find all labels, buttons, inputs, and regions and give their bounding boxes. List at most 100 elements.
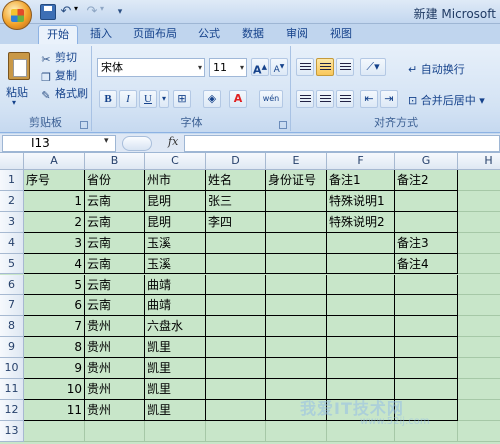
row-header-2[interactable]: 2: [0, 190, 24, 212]
cell-C9[interactable]: 凯里: [145, 337, 206, 359]
cell-C6[interactable]: 曲靖: [145, 274, 206, 296]
cell-E5[interactable]: [266, 253, 327, 275]
cell-E9[interactable]: [266, 337, 327, 359]
tab-data[interactable]: 数据: [236, 25, 270, 44]
cell-D10[interactable]: [206, 358, 266, 379]
decrease-indent-icon[interactable]: ⇤: [360, 90, 378, 108]
cell-G1[interactable]: 备注2: [395, 170, 458, 191]
cell-B13[interactable]: [85, 420, 145, 442]
cell-E1[interactable]: 身份证号: [266, 170, 327, 191]
column-header-f[interactable]: F: [327, 153, 395, 170]
cell-H5[interactable]: [458, 254, 500, 275]
cell-D1[interactable]: 姓名: [206, 170, 266, 191]
row-header-11[interactable]: 11: [0, 379, 24, 400]
column-header-e[interactable]: E: [266, 153, 327, 170]
cell-B10[interactable]: 贵州: [85, 358, 145, 379]
cell-B6[interactable]: 云南: [85, 274, 145, 296]
insert-function-icon[interactable]: fx: [168, 135, 178, 148]
cell-B8[interactable]: 贵州: [85, 316, 145, 338]
cell-H6[interactable]: [458, 275, 500, 296]
cell-F10[interactable]: [327, 358, 395, 379]
cell-H1[interactable]: [458, 170, 500, 191]
cell-C5[interactable]: 玉溪: [145, 253, 206, 275]
cell-A5[interactable]: 4: [24, 253, 85, 275]
wrap-text-button[interactable]: ↵ 自动换行: [408, 61, 465, 77]
cell-H3[interactable]: [458, 212, 500, 233]
cell-B11[interactable]: 贵州: [85, 379, 145, 400]
cell-G2[interactable]: [395, 190, 458, 212]
cell-F8[interactable]: [327, 316, 395, 338]
cell-E7[interactable]: [266, 295, 327, 317]
cell-G3[interactable]: [395, 211, 458, 233]
cell-G8[interactable]: [395, 316, 458, 338]
cell-D8[interactable]: [206, 316, 266, 338]
cell-C2[interactable]: 昆明: [145, 190, 206, 212]
clipboard-launcher-icon[interactable]: [80, 121, 88, 129]
cell-G7[interactable]: [395, 295, 458, 317]
cell-B9[interactable]: 贵州: [85, 337, 145, 359]
column-header-h[interactable]: H: [458, 153, 500, 170]
cell-F1[interactable]: 备注1: [327, 170, 395, 191]
tab-page-layout[interactable]: 页面布局: [126, 25, 184, 44]
align-right-button[interactable]: [336, 90, 354, 108]
cell-E4[interactable]: [266, 232, 327, 254]
align-top-button[interactable]: [296, 58, 314, 76]
grow-font-button[interactable]: A▲: [251, 58, 269, 77]
name-box-dropdown-icon[interactable]: ▾: [104, 136, 109, 146]
paste-dropdown-icon[interactable]: ▾: [12, 98, 16, 107]
row-header-1[interactable]: 1: [0, 170, 24, 191]
cell-B5[interactable]: 云南: [85, 253, 145, 275]
font-launcher-icon[interactable]: [279, 121, 287, 129]
cell-H10[interactable]: [458, 358, 500, 379]
cell-B7[interactable]: 云南: [85, 295, 145, 317]
cell-A12[interactable]: 11: [24, 399, 85, 421]
undo-dropdown-icon[interactable]: ▾: [74, 4, 82, 20]
fill-color-icon[interactable]: ◈: [203, 90, 221, 108]
align-center-button[interactable]: [316, 90, 334, 108]
column-header-g[interactable]: G: [395, 153, 458, 170]
font-color-icon[interactable]: A: [229, 90, 247, 108]
orientation-icon[interactable]: ⟋▾: [360, 58, 386, 76]
column-header-a[interactable]: A: [24, 153, 85, 170]
cell-H2[interactable]: [458, 191, 500, 212]
column-header-c[interactable]: C: [145, 153, 206, 170]
undo-icon[interactable]: ↶: [58, 4, 74, 20]
cell-C11[interactable]: 凯里: [145, 379, 206, 400]
tab-review[interactable]: 审阅: [280, 25, 314, 44]
column-header-d[interactable]: D: [206, 153, 266, 170]
cell-D2[interactable]: 张三: [206, 190, 266, 212]
cell-A8[interactable]: 7: [24, 316, 85, 338]
borders-icon[interactable]: ⊞: [173, 90, 191, 108]
cell-G6[interactable]: [395, 274, 458, 296]
cell-E13[interactable]: [266, 420, 327, 442]
row-header-4[interactable]: 4: [0, 232, 24, 254]
align-bottom-button[interactable]: [336, 58, 354, 76]
cell-D4[interactable]: [206, 232, 266, 254]
cell-E3[interactable]: [266, 211, 327, 233]
cell-E8[interactable]: [266, 316, 327, 338]
align-left-button[interactable]: [296, 90, 314, 108]
cell-A3[interactable]: 2: [24, 211, 85, 233]
italic-button[interactable]: I: [119, 90, 137, 108]
shrink-font-button[interactable]: A▼: [270, 58, 288, 76]
cell-H9[interactable]: [458, 337, 500, 359]
cell-H11[interactable]: [458, 379, 500, 400]
tab-view[interactable]: 视图: [324, 25, 358, 44]
column-header-b[interactable]: B: [85, 153, 145, 170]
cell-D9[interactable]: [206, 337, 266, 359]
redo-icon[interactable]: ↷: [84, 4, 100, 20]
row-header-6[interactable]: 6: [0, 274, 24, 296]
row-header-5[interactable]: 5: [0, 253, 24, 275]
cell-C13[interactable]: [145, 420, 206, 442]
underline-button[interactable]: U: [139, 90, 157, 108]
cell-C12[interactable]: 凯里: [145, 399, 206, 421]
paste-button[interactable]: 粘贴: [6, 84, 28, 100]
align-middle-button[interactable]: [316, 58, 334, 76]
cell-D13[interactable]: [206, 420, 266, 442]
cell-C8[interactable]: 六盘水: [145, 316, 206, 338]
row-header-12[interactable]: 12: [0, 399, 24, 421]
redo-dropdown-icon[interactable]: ▾: [100, 4, 108, 20]
cell-D7[interactable]: [206, 295, 266, 317]
cut-button[interactable]: ✂ 剪切: [40, 50, 77, 66]
name-box[interactable]: I13: [2, 135, 116, 152]
